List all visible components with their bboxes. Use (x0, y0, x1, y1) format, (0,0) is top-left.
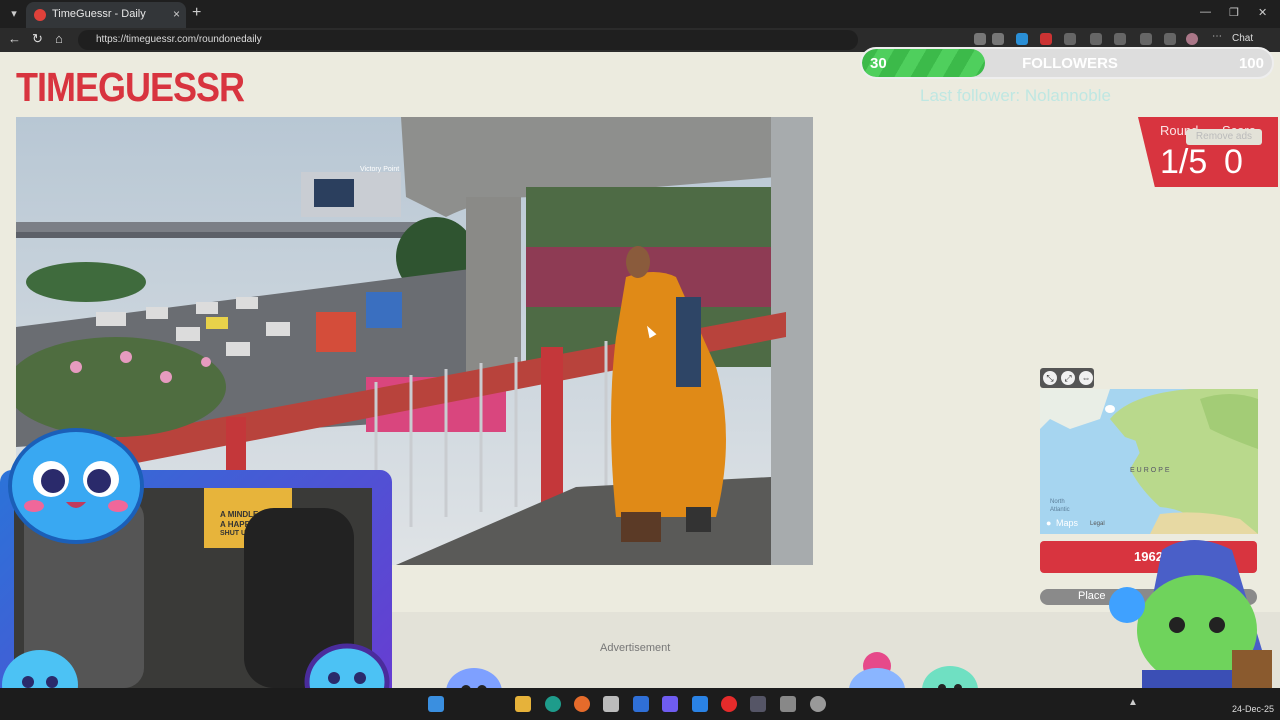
start-windows-icon[interactable] (428, 696, 444, 712)
app-icon[interactable] (780, 696, 796, 712)
map-ocean-label: Atlantic (1050, 507, 1070, 513)
refresh-icon[interactable]: ↻ (32, 31, 43, 47)
extension-icon[interactable] (1040, 33, 1052, 45)
apple-logo-icon: ● (1046, 518, 1052, 528)
todo-icon[interactable] (692, 696, 708, 712)
browser-essentials-icon[interactable] (1164, 33, 1176, 45)
url-text: https://timeguessr.com/roundonedaily (96, 34, 262, 45)
round-value: 1/5 (1160, 143, 1208, 181)
timeguessr-logo[interactable]: TIMEGUESSR (16, 64, 245, 111)
extensions-puzzle-icon[interactable] (1064, 33, 1076, 45)
last-follower-text: Last follower: Nolannoble (920, 86, 1111, 105)
file-explorer-icon[interactable] (515, 696, 531, 712)
favorites-icon[interactable] (1114, 33, 1126, 45)
expand-map-icon[interactable]: ⤡ (1043, 371, 1057, 385)
more-menu-icon[interactable]: ⋯ (1212, 31, 1224, 43)
map-region-label: EUROPE (1130, 467, 1172, 474)
minimize-icon[interactable]: — (1200, 6, 1211, 18)
guess-map-widget[interactable]: ⤡ ⤢ ⇔ EUROPE North Atlantic ● Maps Legal (1040, 368, 1258, 534)
favorite-star-icon[interactable] (992, 33, 1004, 45)
advertisement-label: Advertisement (600, 642, 671, 654)
map-ocean-label: North (1050, 499, 1065, 505)
taskbar-date: 24-Dec-25 (1232, 704, 1275, 714)
back-icon[interactable]: ← (8, 31, 21, 46)
store-icon[interactable] (603, 696, 619, 712)
obs-icon[interactable] (810, 696, 826, 712)
followers-label: FOLLOWERS (1022, 55, 1118, 72)
address-bar[interactable]: https://timeguessr.com/roundonedaily (78, 30, 858, 50)
maximize-icon[interactable]: ❐ (1229, 6, 1239, 19)
browser-tab[interactable]: TimeGuessr - Daily × (26, 2, 186, 28)
map-controls: ⤡ ⤢ ⇔ (1040, 368, 1094, 388)
maps-brand: Maps (1056, 518, 1079, 528)
close-window-icon[interactable]: ✕ (1258, 6, 1267, 19)
map-legal-link[interactable]: Legal (1090, 521, 1105, 527)
blue-slime-mascot (6, 424, 146, 544)
windows-taskbar: ▲ 24-Dec-25 (0, 688, 1280, 720)
followers-goal: 100 (1238, 55, 1264, 72)
score-value: 0 (1224, 143, 1243, 181)
split-screen-icon[interactable] (1090, 33, 1102, 45)
billboard-text: Victory Point (360, 166, 400, 173)
round-score-panel: Round Score 1/5 0 (1138, 117, 1278, 187)
new-tab-button[interactable]: + (192, 4, 201, 22)
pin-map-icon[interactable]: ⇔ (1079, 371, 1093, 385)
followers-current: 30 (870, 55, 887, 72)
discord-icon[interactable] (662, 696, 678, 712)
outlook-icon[interactable] (633, 696, 649, 712)
tab-close-icon[interactable]: × (173, 7, 180, 21)
terminal-icon[interactable] (750, 696, 766, 712)
firefox-icon[interactable] (574, 696, 590, 712)
tab-title: TimeGuessr - Daily (52, 8, 146, 20)
remove-ads-button[interactable]: Remove ads (1186, 129, 1262, 145)
timeguessr-favicon-icon (34, 9, 46, 21)
shrink-map-icon[interactable]: ⤢ (1061, 371, 1075, 385)
edge-browser-icon[interactable] (545, 696, 561, 712)
guess-map[interactable]: EUROPE North Atlantic ● Maps Legal (1040, 389, 1258, 534)
tray-chevron-icon[interactable]: ▲ (1128, 697, 1138, 708)
read-aloud-icon[interactable] (974, 33, 986, 45)
profile-avatar[interactable] (1186, 33, 1198, 45)
tab-list-chevron-icon[interactable]: ▾ (4, 4, 24, 24)
downloads-icon[interactable] (1140, 33, 1152, 45)
youtube-music-icon[interactable] (721, 696, 737, 712)
extension-icon[interactable] (1016, 33, 1028, 45)
copilot-chat-button[interactable]: Chat (1232, 33, 1253, 44)
browser-tab-bar: ▾ TimeGuessr - Daily × + — ❐ ✕ (0, 0, 1280, 28)
followers-goal-bar: 30 FOLLOWERS 100 (860, 47, 1274, 79)
home-icon[interactable]: ⌂ (55, 31, 63, 46)
